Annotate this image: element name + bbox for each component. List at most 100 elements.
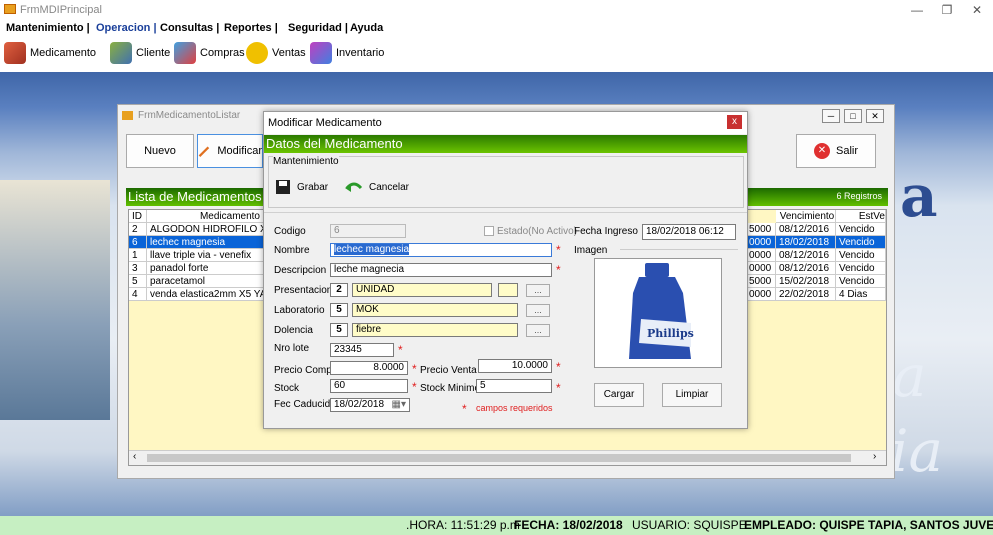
cell-id[interactable]: 3 xyxy=(129,262,147,275)
fec-caducidad-picker[interactable]: 18/02/2018 ▦▾ xyxy=(330,398,410,412)
laboratorio-id[interactable]: 5 xyxy=(330,303,348,317)
toolbar-ventas-button[interactable]: Ventas xyxy=(246,41,306,65)
cell-code[interactable]: 5000 xyxy=(746,223,776,236)
cell-vencimiento[interactable]: 22/02/2018 xyxy=(776,288,836,301)
minimize-icon[interactable]: — xyxy=(902,2,932,18)
precio-venta-field[interactable]: 10.0000 xyxy=(478,359,552,373)
close-icon[interactable]: ✕ xyxy=(962,2,992,18)
cell-id[interactable]: 2 xyxy=(129,223,147,236)
presentacion-extra-field[interactable] xyxy=(498,283,518,297)
cell-code[interactable]: 5000 xyxy=(746,275,776,288)
cell-medicamento[interactable]: ALGODON HIDROFILO X 25 G xyxy=(147,223,265,236)
required-mark: * xyxy=(556,263,561,277)
cell-id[interactable]: 6 xyxy=(129,236,147,249)
cell-code[interactable]: 0000 xyxy=(746,236,776,249)
cell-estado[interactable]: Vencido xyxy=(836,275,886,288)
modificar-label: Modificar xyxy=(217,145,262,157)
cell-vencimiento[interactable]: 08/12/2016 xyxy=(776,223,836,236)
toolbar-label: Cliente xyxy=(136,47,171,59)
presentacion-browse-button[interactable]: ... xyxy=(526,284,550,297)
codigo-field[interactable]: 6 xyxy=(330,224,406,238)
col-estado[interactable]: EstVe xyxy=(836,210,886,223)
form-area: Codigo 6 Estado(No Activo) Nombre lechec… xyxy=(264,212,747,427)
modal-title-bar: Modificar Medicamento x xyxy=(264,112,747,134)
scrollbar-thumb[interactable] xyxy=(147,454,851,462)
menu-seguridad[interactable]: Seguridad | xyxy=(288,22,348,34)
limpiar-button[interactable]: Limpiar xyxy=(662,383,722,407)
cell-medicamento[interactable]: lechec magnesia xyxy=(147,236,265,249)
cell-code[interactable]: 0000 xyxy=(746,262,776,275)
cancelar-button[interactable]: Cancelar xyxy=(345,171,409,203)
menu-consultas[interactable]: Consultas | xyxy=(160,22,219,34)
nuevo-button[interactable]: Nuevo xyxy=(126,134,194,168)
cell-code[interactable]: 0000 xyxy=(746,249,776,262)
nombre-field[interactable]: lechec magnesia xyxy=(330,243,552,257)
toolbar-compras-button[interactable]: Compras xyxy=(174,41,245,65)
group-title: Mantenimiento xyxy=(273,156,339,167)
menu-mantenimiento[interactable]: Mantenimiento | xyxy=(6,22,90,34)
cell-id[interactable]: 4 xyxy=(129,288,147,301)
cell-medicamento[interactable]: venda elastica2mm X5 YARDA xyxy=(147,288,265,301)
modificar-button[interactable]: Modificar xyxy=(197,134,263,168)
child-close-icon[interactable]: ✕ xyxy=(866,109,884,123)
menu-ayuda[interactable]: Ayuda xyxy=(350,22,383,34)
dolencia-field[interactable]: fiebre xyxy=(352,323,518,337)
scroll-left-icon[interactable]: ‹ xyxy=(133,451,136,462)
cell-id[interactable]: 1 xyxy=(129,249,147,262)
cell-medicamento[interactable]: panadol forte xyxy=(147,262,265,275)
stock-minimo-field[interactable]: 5 xyxy=(476,379,552,393)
codigo-label: Codigo xyxy=(274,226,306,237)
fecha-ingreso-picker[interactable]: 18/02/2018 06:12 ⌄ xyxy=(642,224,736,240)
nro-lote-field[interactable]: 23345 xyxy=(330,343,394,357)
cell-id[interactable]: 5 xyxy=(129,275,147,288)
cell-estado[interactable]: Vencido xyxy=(836,262,886,275)
presentacion-field[interactable]: UNIDAD xyxy=(352,283,492,297)
col-id[interactable]: ID xyxy=(129,210,147,223)
menu-operacion[interactable]: Operacion | xyxy=(96,22,157,34)
descripcion-field[interactable]: leche magnecia xyxy=(330,263,552,277)
chevron-down-icon[interactable]: ⌄ xyxy=(724,239,732,240)
scroll-right-icon[interactable]: › xyxy=(873,451,876,462)
col-medicamento[interactable]: Medicamento xyxy=(147,210,265,223)
col-vencimiento[interactable]: Vencimiento xyxy=(776,210,836,223)
child-minimize-icon[interactable]: ─ xyxy=(822,109,840,123)
dolencia-browse-button[interactable]: ... xyxy=(526,324,550,337)
toolbar-cliente-button[interactable]: Cliente xyxy=(110,41,170,65)
precio-compra-field[interactable]: 8.0000 xyxy=(330,361,408,375)
cell-code[interactable]: 0000 xyxy=(746,288,776,301)
stock-field[interactable]: 60 xyxy=(330,379,408,393)
toolbar-inventario-button[interactable]: Inventario xyxy=(310,41,384,65)
cell-medicamento[interactable]: llave triple via - venefix xyxy=(147,249,265,262)
cell-vencimiento[interactable]: 18/02/2018 xyxy=(776,236,836,249)
cargar-button[interactable]: Cargar xyxy=(594,383,644,407)
laboratorio-field[interactable]: MOK xyxy=(352,303,518,317)
calendar-dropdown-icon[interactable]: ▦▾ xyxy=(392,399,406,411)
cell-estado[interactable]: 4 Dias xyxy=(836,288,886,301)
cell-estado[interactable]: Vencido xyxy=(836,223,886,236)
laboratorio-browse-button[interactable]: ... xyxy=(526,304,550,317)
salir-button[interactable]: ✕ Salir xyxy=(796,134,876,168)
cell-estado[interactable]: Vencido xyxy=(836,236,886,249)
cell-vencimiento[interactable]: 08/12/2016 xyxy=(776,262,836,275)
cell-vencimiento[interactable]: 15/02/2018 xyxy=(776,275,836,288)
menu-reportes[interactable]: Reportes | xyxy=(224,22,278,34)
modal-close-icon[interactable]: x xyxy=(727,115,742,129)
datos-title: Datos del Medicamento xyxy=(266,136,403,151)
fecha-ingreso-value: 18/02/2018 06:12 xyxy=(646,226,724,237)
presentacion-id[interactable]: 2 xyxy=(330,283,348,297)
child-maximize-icon[interactable]: □ xyxy=(844,109,862,123)
cell-estado[interactable]: Vencido xyxy=(836,249,886,262)
cell-vencimiento[interactable]: 08/12/2016 xyxy=(776,249,836,262)
grabar-button[interactable]: Grabar xyxy=(275,171,339,203)
tools-icon xyxy=(310,42,332,64)
status-empleado: EMPLEADO: QUISPE TAPIA, SANTOS JUVENAL xyxy=(744,518,993,532)
product-image: Phillips xyxy=(594,258,722,368)
cell-medicamento[interactable]: paracetamol xyxy=(147,275,265,288)
toolbar-medicamento-button[interactable]: Medicamento xyxy=(4,41,96,65)
toolbar-label: Inventario xyxy=(336,47,385,59)
exit-icon: ✕ xyxy=(813,143,830,159)
estado-checkbox[interactable] xyxy=(484,226,494,236)
dolencia-id[interactable]: 5 xyxy=(330,323,348,337)
maximize-icon[interactable]: ❐ xyxy=(932,2,962,18)
horizontal-scrollbar[interactable]: ‹ › xyxy=(129,450,886,465)
